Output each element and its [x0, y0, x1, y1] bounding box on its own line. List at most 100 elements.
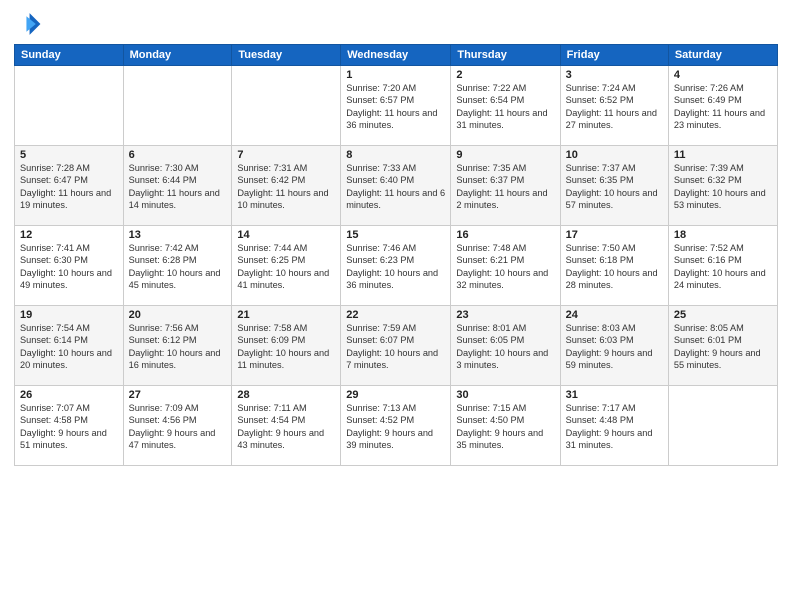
day-number: 7: [237, 149, 335, 161]
calendar-cell: 29Sunrise: 7:13 AM Sunset: 4:52 PM Dayli…: [341, 386, 451, 466]
day-number: 13: [129, 229, 227, 241]
day-number: 6: [129, 149, 227, 161]
col-header-monday: Monday: [123, 45, 232, 66]
calendar-cell: 19Sunrise: 7:54 AM Sunset: 6:14 PM Dayli…: [15, 306, 124, 386]
calendar-cell: 24Sunrise: 8:03 AM Sunset: 6:03 PM Dayli…: [560, 306, 668, 386]
calendar-cell: 11Sunrise: 7:39 AM Sunset: 6:32 PM Dayli…: [668, 146, 777, 226]
calendar-cell: 1Sunrise: 7:20 AM Sunset: 6:57 PM Daylig…: [341, 66, 451, 146]
calendar-cell: 3Sunrise: 7:24 AM Sunset: 6:52 PM Daylig…: [560, 66, 668, 146]
calendar-cell: 7Sunrise: 7:31 AM Sunset: 6:42 PM Daylig…: [232, 146, 341, 226]
day-number: 5: [20, 149, 118, 161]
day-number: 15: [346, 229, 445, 241]
calendar-cell: [15, 66, 124, 146]
page: SundayMondayTuesdayWednesdayThursdayFrid…: [0, 0, 792, 612]
calendar-cell: 13Sunrise: 7:42 AM Sunset: 6:28 PM Dayli…: [123, 226, 232, 306]
day-number: 29: [346, 389, 445, 401]
day-number: 24: [566, 309, 663, 321]
day-info: Sunrise: 7:42 AM Sunset: 6:28 PM Dayligh…: [129, 242, 227, 292]
calendar-week-3: 12Sunrise: 7:41 AM Sunset: 6:30 PM Dayli…: [15, 226, 778, 306]
header: [14, 10, 778, 38]
calendar-cell: 18Sunrise: 7:52 AM Sunset: 6:16 PM Dayli…: [668, 226, 777, 306]
calendar-cell: 12Sunrise: 7:41 AM Sunset: 6:30 PM Dayli…: [15, 226, 124, 306]
calendar-header-row: SundayMondayTuesdayWednesdayThursdayFrid…: [15, 45, 778, 66]
day-number: 31: [566, 389, 663, 401]
calendar-cell: 15Sunrise: 7:46 AM Sunset: 6:23 PM Dayli…: [341, 226, 451, 306]
col-header-thursday: Thursday: [451, 45, 560, 66]
day-info: Sunrise: 7:26 AM Sunset: 6:49 PM Dayligh…: [674, 82, 772, 132]
day-number: 9: [456, 149, 554, 161]
col-header-tuesday: Tuesday: [232, 45, 341, 66]
day-info: Sunrise: 7:48 AM Sunset: 6:21 PM Dayligh…: [456, 242, 554, 292]
calendar-cell: 21Sunrise: 7:58 AM Sunset: 6:09 PM Dayli…: [232, 306, 341, 386]
day-info: Sunrise: 7:11 AM Sunset: 4:54 PM Dayligh…: [237, 402, 335, 452]
day-info: Sunrise: 7:37 AM Sunset: 6:35 PM Dayligh…: [566, 162, 663, 212]
calendar-cell: 27Sunrise: 7:09 AM Sunset: 4:56 PM Dayli…: [123, 386, 232, 466]
calendar-cell: 2Sunrise: 7:22 AM Sunset: 6:54 PM Daylig…: [451, 66, 560, 146]
day-number: 16: [456, 229, 554, 241]
day-info: Sunrise: 7:58 AM Sunset: 6:09 PM Dayligh…: [237, 322, 335, 372]
day-number: 30: [456, 389, 554, 401]
day-info: Sunrise: 7:50 AM Sunset: 6:18 PM Dayligh…: [566, 242, 663, 292]
calendar-cell: 16Sunrise: 7:48 AM Sunset: 6:21 PM Dayli…: [451, 226, 560, 306]
day-info: Sunrise: 7:46 AM Sunset: 6:23 PM Dayligh…: [346, 242, 445, 292]
calendar-cell: 8Sunrise: 7:33 AM Sunset: 6:40 PM Daylig…: [341, 146, 451, 226]
calendar-cell: 26Sunrise: 7:07 AM Sunset: 4:58 PM Dayli…: [15, 386, 124, 466]
day-number: 27: [129, 389, 227, 401]
day-info: Sunrise: 7:52 AM Sunset: 6:16 PM Dayligh…: [674, 242, 772, 292]
calendar-cell: 4Sunrise: 7:26 AM Sunset: 6:49 PM Daylig…: [668, 66, 777, 146]
day-info: Sunrise: 8:01 AM Sunset: 6:05 PM Dayligh…: [456, 322, 554, 372]
day-info: Sunrise: 7:22 AM Sunset: 6:54 PM Dayligh…: [456, 82, 554, 132]
day-number: 22: [346, 309, 445, 321]
day-number: 4: [674, 69, 772, 81]
day-info: Sunrise: 7:15 AM Sunset: 4:50 PM Dayligh…: [456, 402, 554, 452]
col-header-friday: Friday: [560, 45, 668, 66]
day-number: 2: [456, 69, 554, 81]
day-info: Sunrise: 7:13 AM Sunset: 4:52 PM Dayligh…: [346, 402, 445, 452]
calendar-table: SundayMondayTuesdayWednesdayThursdayFrid…: [14, 44, 778, 466]
day-number: 19: [20, 309, 118, 321]
calendar-week-1: 1Sunrise: 7:20 AM Sunset: 6:57 PM Daylig…: [15, 66, 778, 146]
day-info: Sunrise: 7:24 AM Sunset: 6:52 PM Dayligh…: [566, 82, 663, 132]
col-header-wednesday: Wednesday: [341, 45, 451, 66]
logo-icon: [14, 10, 42, 38]
day-info: Sunrise: 7:31 AM Sunset: 6:42 PM Dayligh…: [237, 162, 335, 212]
logo: [14, 10, 44, 38]
calendar-cell: 5Sunrise: 7:28 AM Sunset: 6:47 PM Daylig…: [15, 146, 124, 226]
day-info: Sunrise: 7:59 AM Sunset: 6:07 PM Dayligh…: [346, 322, 445, 372]
day-info: Sunrise: 7:20 AM Sunset: 6:57 PM Dayligh…: [346, 82, 445, 132]
day-info: Sunrise: 7:28 AM Sunset: 6:47 PM Dayligh…: [20, 162, 118, 212]
day-info: Sunrise: 7:44 AM Sunset: 6:25 PM Dayligh…: [237, 242, 335, 292]
day-number: 12: [20, 229, 118, 241]
day-number: 26: [20, 389, 118, 401]
day-info: Sunrise: 7:09 AM Sunset: 4:56 PM Dayligh…: [129, 402, 227, 452]
calendar-week-5: 26Sunrise: 7:07 AM Sunset: 4:58 PM Dayli…: [15, 386, 778, 466]
day-info: Sunrise: 7:56 AM Sunset: 6:12 PM Dayligh…: [129, 322, 227, 372]
day-number: 18: [674, 229, 772, 241]
calendar-cell: 31Sunrise: 7:17 AM Sunset: 4:48 PM Dayli…: [560, 386, 668, 466]
day-number: 17: [566, 229, 663, 241]
calendar-cell: 25Sunrise: 8:05 AM Sunset: 6:01 PM Dayli…: [668, 306, 777, 386]
calendar-cell: 30Sunrise: 7:15 AM Sunset: 4:50 PM Dayli…: [451, 386, 560, 466]
calendar-cell: 23Sunrise: 8:01 AM Sunset: 6:05 PM Dayli…: [451, 306, 560, 386]
calendar-cell: 28Sunrise: 7:11 AM Sunset: 4:54 PM Dayli…: [232, 386, 341, 466]
calendar-cell: 20Sunrise: 7:56 AM Sunset: 6:12 PM Dayli…: [123, 306, 232, 386]
calendar-cell: [123, 66, 232, 146]
day-info: Sunrise: 8:05 AM Sunset: 6:01 PM Dayligh…: [674, 322, 772, 372]
calendar-cell: [232, 66, 341, 146]
day-info: Sunrise: 7:35 AM Sunset: 6:37 PM Dayligh…: [456, 162, 554, 212]
calendar-cell: 10Sunrise: 7:37 AM Sunset: 6:35 PM Dayli…: [560, 146, 668, 226]
day-info: Sunrise: 7:30 AM Sunset: 6:44 PM Dayligh…: [129, 162, 227, 212]
calendar-week-2: 5Sunrise: 7:28 AM Sunset: 6:47 PM Daylig…: [15, 146, 778, 226]
calendar-cell: [668, 386, 777, 466]
day-number: 21: [237, 309, 335, 321]
calendar-week-4: 19Sunrise: 7:54 AM Sunset: 6:14 PM Dayli…: [15, 306, 778, 386]
col-header-saturday: Saturday: [668, 45, 777, 66]
calendar-cell: 17Sunrise: 7:50 AM Sunset: 6:18 PM Dayli…: [560, 226, 668, 306]
day-number: 28: [237, 389, 335, 401]
calendar-cell: 6Sunrise: 7:30 AM Sunset: 6:44 PM Daylig…: [123, 146, 232, 226]
day-info: Sunrise: 7:17 AM Sunset: 4:48 PM Dayligh…: [566, 402, 663, 452]
calendar-cell: 14Sunrise: 7:44 AM Sunset: 6:25 PM Dayli…: [232, 226, 341, 306]
day-number: 8: [346, 149, 445, 161]
day-number: 11: [674, 149, 772, 161]
day-number: 23: [456, 309, 554, 321]
